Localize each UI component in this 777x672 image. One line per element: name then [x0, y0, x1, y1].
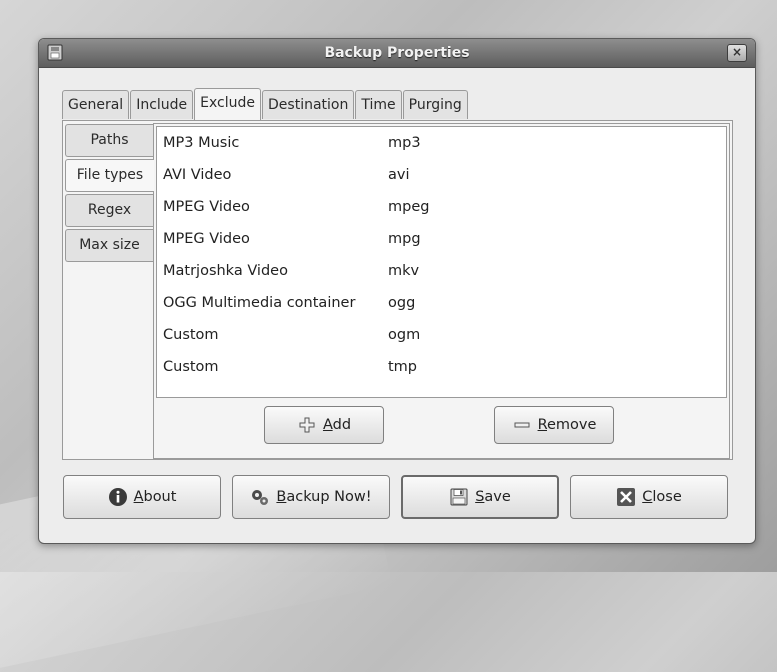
file-type-name: MPEG Video: [163, 199, 250, 215]
close-label: Close: [642, 489, 682, 505]
subtab-paths[interactable]: Paths: [65, 124, 153, 157]
file-type-ext: ogm: [388, 327, 421, 343]
tab-general[interactable]: General: [62, 90, 130, 119]
file-types-list[interactable]: MP3 Music mp3 AVI Video avi MPEG Video m…: [156, 126, 727, 398]
backup-now-label: Backup Now!: [276, 489, 372, 505]
save-button[interactable]: Save: [401, 475, 559, 519]
file-type-name: MPEG Video: [163, 231, 250, 247]
subtab-file-types[interactable]: File types: [65, 159, 154, 192]
window-title: Backup Properties: [324, 45, 470, 61]
gears-icon: [252, 490, 269, 505]
title-bar[interactable]: Backup Properties ×: [39, 39, 755, 68]
plus-icon: [299, 417, 315, 433]
file-type-ext: tmp: [388, 359, 418, 375]
close-button[interactable]: Close: [570, 475, 728, 519]
file-type-ext: mpg: [388, 231, 421, 247]
list-item[interactable]: MPEG Video mpg: [157, 223, 726, 255]
backup-now-button[interactable]: Backup Now!: [232, 475, 390, 519]
file-type-name: OGG Multimedia container: [163, 295, 356, 311]
list-item[interactable]: Matrjoshka Video mkv: [157, 255, 726, 287]
backup-properties-window: Backup Properties × General Include Excl…: [38, 38, 756, 544]
tab-destination[interactable]: Destination: [262, 90, 355, 119]
list-item[interactable]: Custom tmp: [157, 351, 726, 383]
save-label: Save: [475, 489, 511, 505]
tab-time[interactable]: Time: [355, 90, 402, 119]
close-icon: ×: [731, 45, 743, 59]
file-type-name: Matrjoshka Video: [163, 263, 288, 279]
file-type-ext: mpeg: [388, 199, 430, 215]
add-button[interactable]: Add: [264, 406, 384, 444]
file-type-ext: avi: [388, 167, 410, 183]
file-type-name: MP3 Music: [163, 135, 240, 151]
tab-purging[interactable]: Purging: [402, 90, 468, 119]
add-label: Add: [322, 417, 352, 433]
list-item[interactable]: MP3 Music mp3: [157, 127, 726, 159]
floppy-disk-icon: [450, 488, 468, 506]
main-tabs: General Include Exclude Destination Time…: [62, 88, 469, 120]
file-type-name: Custom: [163, 327, 219, 343]
tab-include[interactable]: Include: [130, 90, 194, 119]
minus-icon: [514, 422, 530, 428]
subtab-max-size[interactable]: Max size: [65, 229, 153, 262]
list-item[interactable]: OGG Multimedia container ogg: [157, 287, 726, 319]
file-types-page: MP3 Music mp3 AVI Video avi MPEG Video m…: [153, 123, 730, 459]
exclude-panel: Paths File types Regex Max size MP3 Musi…: [62, 120, 733, 460]
about-label: About: [133, 489, 177, 505]
file-type-ext: mp3: [388, 135, 421, 151]
exclude-subtabs: Paths File types Regex Max size: [65, 124, 154, 264]
list-item[interactable]: Custom ogm: [157, 319, 726, 351]
tab-exclude[interactable]: Exclude: [194, 88, 262, 120]
remove-label: Remove: [537, 417, 597, 433]
file-type-name: Custom: [163, 359, 219, 375]
window-close-button[interactable]: ×: [727, 44, 747, 62]
list-item[interactable]: AVI Video avi: [157, 159, 726, 191]
close-x-icon: [617, 488, 636, 506]
file-type-ext: ogg: [388, 295, 416, 311]
info-icon: [108, 488, 127, 506]
remove-button[interactable]: Remove: [494, 406, 614, 444]
list-item[interactable]: MPEG Video mpeg: [157, 191, 726, 223]
about-button[interactable]: About: [63, 475, 221, 519]
file-type-name: AVI Video: [163, 167, 232, 183]
subtab-regex[interactable]: Regex: [65, 194, 153, 227]
file-type-ext: mkv: [388, 263, 420, 279]
